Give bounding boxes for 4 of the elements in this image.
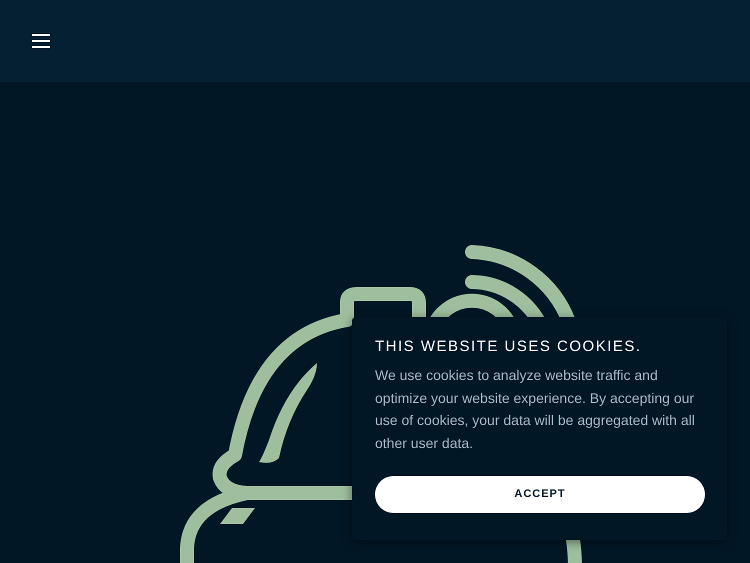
menu-icon[interactable]	[32, 34, 50, 48]
accept-button[interactable]: ACCEPT	[375, 476, 705, 513]
banner-title: THIS WEBSITE USES COOKIES.	[375, 337, 643, 357]
banner-message: We use cookies to analyze website traffic and optimize your website experience. By accepting our use of cookies, your data will be aggregated with all other user data.	[375, 366, 696, 452]
